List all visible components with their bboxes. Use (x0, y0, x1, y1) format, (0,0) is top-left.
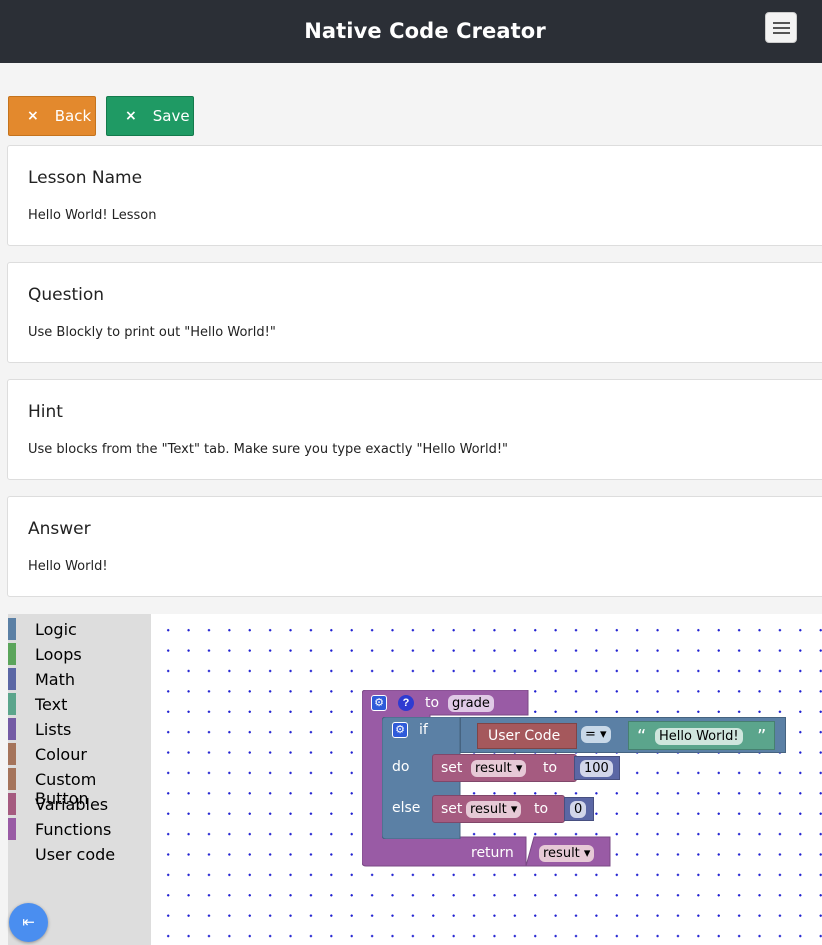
toolbox-category-math[interactable]: Math (8, 668, 151, 690)
user-code-label: User Code (488, 728, 561, 744)
card-heading: Answer (28, 519, 91, 539)
gear-icon[interactable]: ⚙ (392, 722, 408, 738)
save-button-label: Save (152, 107, 190, 125)
variable-dropdown[interactable]: result ▾ (466, 801, 522, 818)
toolbox-category-functions[interactable]: Functions (8, 818, 151, 840)
blockly-workspace[interactable]: Logic Loops Math Text Lists Colour Custo… (8, 614, 822, 945)
return-label: return (471, 845, 514, 861)
help-icon[interactable]: ? (398, 695, 414, 711)
to-label: to (425, 695, 440, 711)
toolbox-category-text[interactable]: Text (8, 693, 151, 715)
collapse-menu-icon[interactable]: ⇤ (9, 903, 48, 942)
card-text[interactable]: Use blocks from the "Text" tab. Make sur… (28, 442, 508, 457)
number-field[interactable]: 100 (580, 760, 613, 777)
function-name-field[interactable]: grade (448, 695, 494, 712)
set-label: set (441, 760, 463, 776)
toolbox-category-lists[interactable]: Lists (8, 718, 151, 740)
to-label: to (534, 801, 549, 817)
text-block[interactable]: “ Hello World! ” (628, 721, 775, 750)
toolbox-category-custom-button[interactable]: Custom Button (8, 768, 151, 808)
return-variable-dropdown[interactable]: result ▾ (539, 845, 595, 862)
hamburger-icon[interactable] (765, 12, 797, 43)
back-button[interactable]: × Back (8, 96, 96, 136)
if-label: if (419, 722, 428, 738)
close-icon: × (27, 108, 39, 124)
app-header: Native Code Creator (0, 0, 822, 63)
number-field[interactable]: 0 (570, 801, 587, 818)
set-variable-block-else[interactable]: set result ▾ to (432, 795, 565, 823)
operator-dropdown[interactable]: = ▾ (581, 726, 611, 743)
toolbox-category-user-code[interactable]: User code (8, 843, 151, 865)
number-block-100[interactable]: 100 (574, 756, 620, 780)
answer-card: Answer Hello World! (7, 496, 822, 597)
close-icon: × (125, 108, 137, 124)
do-label: do (392, 759, 410, 775)
close-quote-icon: ” (757, 726, 767, 747)
card-text[interactable]: Hello World! Lesson (28, 208, 156, 223)
page-title: Native Code Creator (304, 19, 546, 43)
variable-dropdown[interactable]: result ▾ (471, 760, 527, 777)
gear-icon[interactable]: ⚙ (371, 695, 387, 711)
set-label: set (441, 801, 463, 817)
hello-world-field[interactable]: Hello World! (655, 728, 743, 745)
hint-card: Hint Use blocks from the "Text" tab. Mak… (7, 379, 822, 480)
card-heading: Lesson Name (28, 168, 143, 188)
open-quote-icon: “ (637, 726, 647, 747)
toolbox-category-colour[interactable]: Colour (8, 743, 151, 765)
lesson-name-card: Lesson Name Hello World! Lesson (7, 145, 822, 246)
back-button-label: Back (54, 107, 92, 125)
card-text[interactable]: Use Blockly to print out "Hello World!" (28, 325, 276, 340)
to-label: to (543, 760, 558, 776)
toolbox: Logic Loops Math Text Lists Colour Custo… (8, 614, 151, 945)
question-card: Question Use Blockly to print out "Hello… (7, 262, 822, 363)
user-code-block[interactable]: User Code (477, 723, 577, 749)
card-text[interactable]: Hello World! (28, 559, 108, 574)
card-heading: Hint (28, 402, 63, 422)
card-heading: Question (28, 285, 105, 305)
else-label: else (392, 800, 421, 816)
toolbox-category-logic[interactable]: Logic (8, 618, 151, 640)
number-block-0[interactable]: 0 (564, 797, 594, 821)
toolbox-category-loops[interactable]: Loops (8, 643, 151, 665)
save-button[interactable]: × Save (106, 96, 194, 136)
toolbox-category-variables[interactable]: Variables (8, 793, 151, 815)
set-variable-block-do[interactable]: set result ▾ to (432, 754, 577, 782)
